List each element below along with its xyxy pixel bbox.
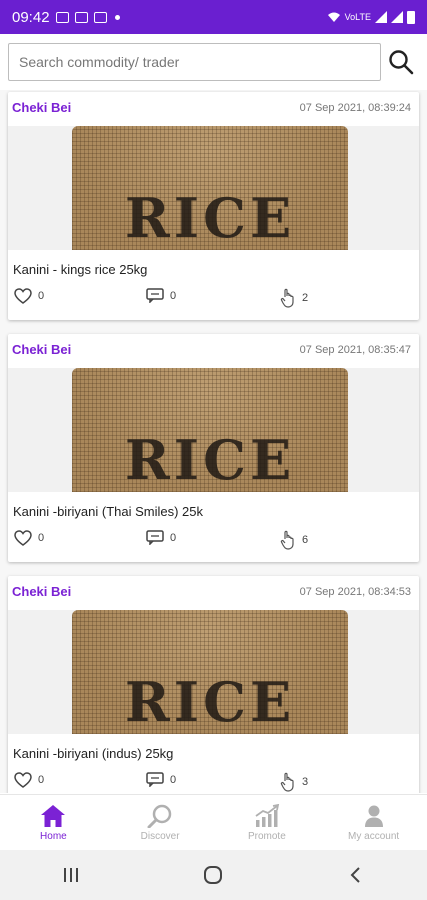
- trader-name[interactable]: Cheki Bei: [12, 342, 71, 357]
- search-row: [8, 42, 419, 82]
- comment-icon: [146, 288, 164, 303]
- like-count: 0: [38, 532, 45, 544]
- post-title[interactable]: Kanini - kings rice 25kg: [13, 262, 147, 277]
- post-title[interactable]: Kanini -biriyani (Thai Smiles) 25k: [13, 504, 203, 519]
- post-header: Cheki Bei 07 Sep 2021, 08:35:47: [12, 342, 411, 357]
- wifi-icon: [327, 12, 340, 22]
- like-count: 0: [38, 774, 45, 786]
- comment-button[interactable]: 0: [146, 530, 176, 545]
- sack-label: RICE: [124, 186, 296, 250]
- comment-icon: [146, 530, 164, 545]
- post-header: Cheki Bei 07 Sep 2021, 08:39:24: [12, 100, 411, 115]
- app-notification-icon: [93, 11, 107, 23]
- sack-label: RICE: [124, 670, 296, 734]
- signal-icon-2: [391, 11, 403, 23]
- post-card[interactable]: Cheki Bei 07 Sep 2021, 08:34:53 RICE Kan…: [8, 576, 419, 793]
- post-timestamp: 07 Sep 2021, 08:34:53: [299, 585, 411, 598]
- rice-sack-image: RICE: [72, 126, 348, 250]
- post-timestamp: 07 Sep 2021, 08:39:24: [299, 101, 411, 114]
- post-image[interactable]: RICE: [8, 610, 419, 734]
- search-input[interactable]: [8, 43, 382, 81]
- comment-count: 0: [170, 773, 177, 786]
- home-icon: [41, 804, 66, 827]
- back-button[interactable]: [326, 855, 386, 895]
- like-button[interactable]: 0: [14, 530, 44, 546]
- like-button[interactable]: 0: [14, 772, 44, 788]
- heart-icon: [14, 288, 32, 304]
- trader-name[interactable]: Cheki Bei: [12, 584, 71, 599]
- rice-sack-image: RICE: [72, 610, 348, 734]
- home-circle-icon: [204, 866, 223, 884]
- nav-promote[interactable]: Promote: [214, 795, 321, 850]
- view-count-button[interactable]: 2: [280, 288, 308, 308]
- nav-account[interactable]: My account: [320, 795, 427, 850]
- post-actions: 0 0 2: [14, 288, 414, 310]
- post-header: Cheki Bei 07 Sep 2021, 08:34:53: [12, 584, 411, 599]
- heart-icon: [14, 530, 32, 546]
- message-notification-icon: [74, 11, 88, 23]
- comment-icon: [146, 772, 164, 787]
- nav-home-label: Home: [40, 830, 67, 842]
- account-icon: [364, 805, 383, 827]
- search-button[interactable]: [383, 43, 419, 81]
- comment-count: 0: [170, 289, 177, 302]
- status-time: 09:42: [12, 8, 50, 26]
- home-system-button[interactable]: [183, 855, 243, 895]
- post-card[interactable]: Cheki Bei 07 Sep 2021, 08:39:24 RICE Kan…: [8, 92, 419, 320]
- tap-icon: [280, 288, 294, 308]
- rice-sack-image: RICE: [72, 368, 348, 492]
- view-count: 6: [302, 534, 309, 546]
- network-label: VoLTE: [344, 12, 371, 22]
- post-actions: 0 0 3: [14, 772, 414, 793]
- post-image[interactable]: RICE: [8, 368, 419, 492]
- comment-button[interactable]: 0: [146, 288, 176, 303]
- search-icon: [389, 50, 414, 75]
- comment-count: 0: [170, 531, 177, 544]
- tap-icon: [280, 772, 294, 792]
- like-count: 0: [38, 290, 45, 302]
- discover-icon: [147, 804, 172, 828]
- recents-icon: [64, 868, 79, 882]
- post-timestamp: 07 Sep 2021, 08:35:47: [299, 343, 411, 356]
- sack-label: RICE: [124, 428, 296, 492]
- view-count-button[interactable]: 3: [280, 772, 308, 792]
- nav-promote-label: Promote: [247, 830, 286, 842]
- status-bar: 09:42 VoLTE: [0, 0, 427, 34]
- view-count: 2: [302, 292, 309, 304]
- nav-discover[interactable]: Discover: [107, 795, 214, 850]
- comment-button[interactable]: 0: [146, 772, 176, 787]
- post-image[interactable]: RICE: [8, 126, 419, 250]
- trader-name[interactable]: Cheki Bei: [12, 100, 71, 115]
- view-count: 3: [302, 776, 309, 788]
- back-icon: [350, 867, 360, 883]
- post-title[interactable]: Kanini -biriyani (indus) 25kg: [13, 746, 173, 761]
- tap-icon: [280, 530, 294, 550]
- more-notifications-icon: [114, 14, 120, 20]
- nav-account-label: My account: [348, 830, 400, 842]
- system-navigation-bar: [0, 850, 427, 900]
- gallery-notification-icon: [55, 11, 69, 23]
- promote-icon: [255, 803, 279, 827]
- nav-discover-label: Discover: [140, 830, 180, 842]
- signal-icon: [375, 11, 387, 23]
- nav-home[interactable]: Home: [0, 795, 107, 850]
- like-button[interactable]: 0: [14, 288, 44, 304]
- bottom-navigation: Home Discover Promote My account: [0, 794, 427, 850]
- heart-icon: [14, 772, 32, 788]
- view-count-button[interactable]: 6: [280, 530, 308, 550]
- recents-button[interactable]: [41, 855, 101, 895]
- battery-icon: [407, 10, 415, 24]
- post-card[interactable]: Cheki Bei 07 Sep 2021, 08:35:47 RICE Kan…: [8, 334, 419, 562]
- post-feed[interactable]: Cheki Bei 07 Sep 2021, 08:39:24 RICE Kan…: [0, 90, 427, 793]
- post-actions: 0 0 6: [14, 530, 414, 552]
